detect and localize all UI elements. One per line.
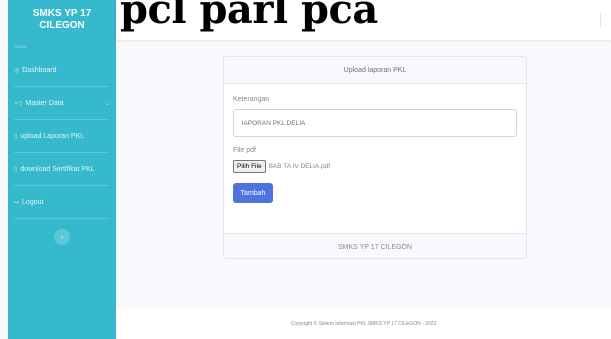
keterangan-input[interactable]: lAPORAN PKL DELIA bbox=[233, 109, 517, 137]
file-name-text: BAB TA IV DELIA.pdf bbox=[268, 163, 331, 170]
download-icon: ▯ bbox=[14, 166, 18, 173]
card-body: Keterangan lAPORAN PKL DELIA File pdf Pi… bbox=[224, 84, 526, 233]
brand-line-2: CILEGON bbox=[39, 20, 85, 31]
upload-icon: ▯ bbox=[14, 133, 18, 140]
file-input[interactable]: Pilih File BAB TA IV DELIA.pdf bbox=[233, 160, 517, 173]
sidebar-heading: SISWA bbox=[14, 44, 27, 49]
sidebar-item-label: Dashboard bbox=[22, 66, 57, 74]
card-header: Upload laporan PKL bbox=[224, 57, 526, 84]
chevron-down-icon: ⌄ bbox=[104, 100, 110, 107]
file-pdf-label: File pdf bbox=[233, 147, 256, 154]
sidebar-item-logout[interactable]: ↦ Logout bbox=[8, 186, 116, 218]
overlay-title-text: pcl parl pca bbox=[120, 0, 378, 33]
sidebar-divider bbox=[14, 218, 110, 219]
topbar-divider bbox=[600, 12, 601, 28]
brand-line-1: SMKS YP 17 bbox=[32, 8, 92, 19]
sidebar-item-download-sertifikat[interactable]: ▯ download Sertifikat PKL bbox=[8, 153, 116, 185]
tambah-button[interactable]: Tambah bbox=[233, 183, 273, 203]
folder-icon: > ▯ bbox=[14, 100, 23, 107]
sidebar-item-label: Logout bbox=[22, 198, 44, 206]
sidebar-toggle-button[interactable]: ‹ bbox=[54, 229, 70, 245]
upload-card: Upload laporan PKL Keterangan lAPORAN PK… bbox=[223, 56, 527, 259]
logout-icon: ↦ bbox=[14, 199, 20, 206]
sidebar-item-label: upload Laporan PKL bbox=[20, 132, 85, 140]
sidebar: SMKS YP 17 CILEGON SISWA ◎ Dashboard > ▯… bbox=[8, 0, 116, 339]
sidebar-item-label: download Sertifikat PKL bbox=[20, 165, 95, 173]
sidebar-item-dashboard[interactable]: ◎ Dashboard bbox=[8, 54, 116, 86]
choose-file-button[interactable]: Pilih File bbox=[233, 160, 266, 173]
copyright-text: Copyright © Sistem Informasi PKL SMKS YP… bbox=[290, 321, 437, 327]
sidebar-brand[interactable]: SMKS YP 17 CILEGON bbox=[8, 0, 116, 40]
sidebar-item-master-data[interactable]: > ▯ Master Data ⌄ bbox=[8, 87, 116, 119]
sidebar-item-label: Master Data bbox=[25, 99, 64, 107]
dashboard-icon: ◎ bbox=[14, 67, 20, 74]
page-footer: Copyright © Sistem Informasi PKL SMKS YP… bbox=[116, 309, 611, 339]
card-footer: SMKS YP 17 CILEGON bbox=[224, 233, 526, 258]
sidebar-item-upload-laporan[interactable]: ▯ upload Laporan PKL bbox=[8, 120, 116, 152]
keterangan-label: Keterangan bbox=[233, 96, 270, 103]
